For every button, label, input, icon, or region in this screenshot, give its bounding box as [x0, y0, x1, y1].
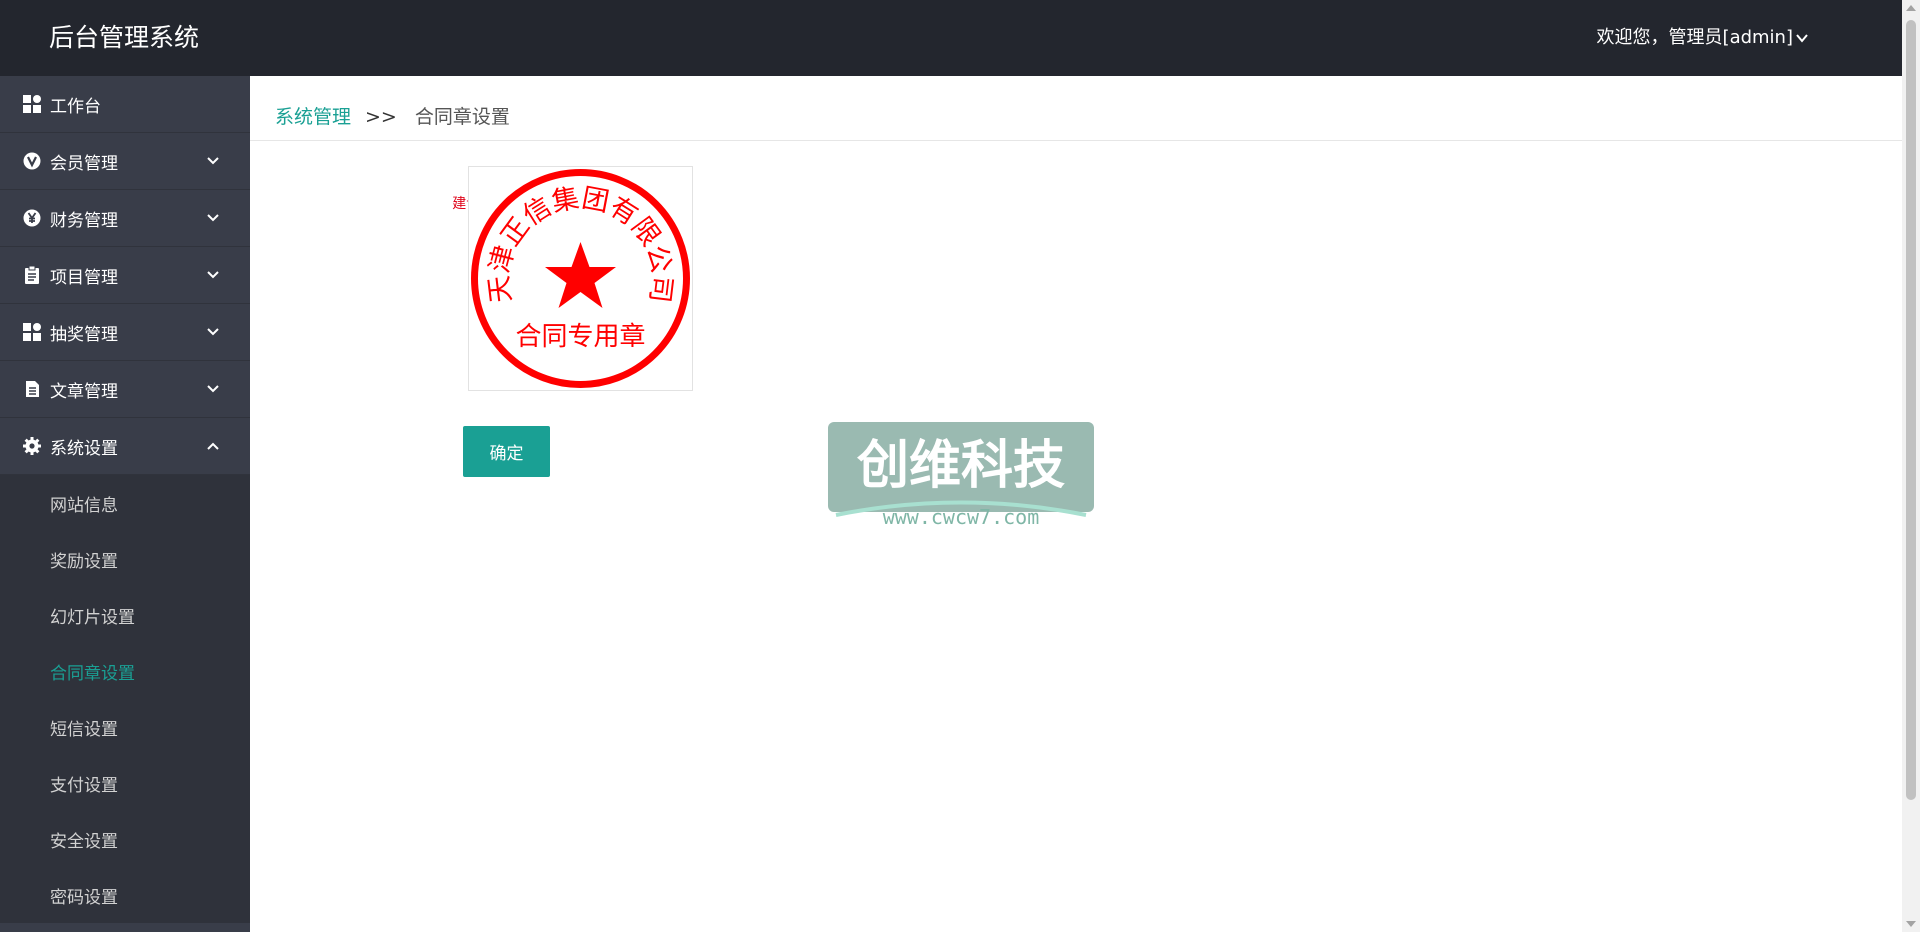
top-header: 后台管理系统 欢迎您，管理员[admin] [0, 0, 1902, 76]
submenu-item-security[interactable]: 安全设置 [0, 811, 250, 867]
sidebar-item-members[interactable]: 会员管理 [0, 133, 250, 190]
sidebar-item-label: 会员管理 [50, 153, 118, 174]
submenu-item-password[interactable]: 密码设置 [0, 867, 250, 923]
submenu-item-site-info[interactable]: 网站信息 [0, 475, 250, 531]
dashboard-icon [22, 322, 42, 342]
sidebar-item-label: 财务管理 [50, 210, 118, 231]
vip-icon [22, 151, 42, 171]
submenu-item-sms[interactable]: 短信设置 [0, 699, 250, 755]
user-greeting: 欢迎您，管理员[admin] [1596, 27, 1793, 48]
header-divider [250, 140, 1902, 141]
submenu-item-slides[interactable]: 幻灯片设置 [0, 587, 250, 643]
breadcrumb: 系统管理 >> 合同章设置 [275, 104, 510, 130]
sidebar-item-finance[interactable]: 财务管理 [0, 190, 250, 247]
breadcrumb-current: 合同章设置 [414, 106, 510, 128]
sidebar-item-label: 工作台 [50, 96, 101, 117]
sidebar-item-system-settings[interactable]: 系统设置 [0, 418, 250, 475]
system-settings-submenu: 网站信息 奖励设置 幻灯片设置 合同章设置 短信设置 支付设置 安全设置 密码设… [0, 475, 250, 923]
dashboard-icon [22, 94, 42, 114]
confirm-button[interactable]: 确定 [463, 426, 550, 477]
chevron-down-icon [207, 271, 219, 279]
watermark-url: www.cwcw7.com [883, 505, 1040, 529]
yen-icon [22, 208, 42, 228]
gear-icon [22, 436, 42, 456]
watermark-logo: 创维科技 www.cwcw7.com [828, 422, 1094, 529]
seal-image-upload[interactable]: 天津正信集团有限公司 合同专用章 [468, 166, 693, 391]
user-menu[interactable]: 欢迎您，管理员[admin] [1597, 25, 1809, 51]
sidebar-item-articles[interactable]: 文章管理 [0, 361, 250, 418]
chevron-down-icon [207, 214, 219, 222]
sidebar-item-label: 系统设置 [50, 438, 118, 459]
chevron-up-icon [207, 442, 219, 450]
chevron-down-icon [207, 385, 219, 393]
document-icon [22, 379, 42, 399]
watermark-title: 创维科技 [856, 436, 1065, 496]
contract-seal-image: 天津正信集团有限公司 合同专用章 [471, 169, 690, 388]
app-title: 后台管理系统 [49, 23, 200, 52]
breadcrumb-parent-link[interactable]: 系统管理 [275, 104, 351, 130]
breadcrumb-separator: >> [365, 106, 397, 128]
scroll-up-arrow-icon[interactable] [1906, 5, 1916, 11]
chevron-down-icon [207, 328, 219, 336]
main-content: 系统管理 >> 合同章设置 图片: 建议尺寸：750x750像素 天津正信集团有… [250, 76, 1902, 932]
sidebar-item-label: 抽奖管理 [50, 324, 118, 345]
scroll-thumb[interactable] [1906, 20, 1916, 800]
star-icon [545, 242, 616, 308]
sidebar-item-lottery[interactable]: 抽奖管理 [0, 304, 250, 361]
submenu-item-payment[interactable]: 支付设置 [0, 755, 250, 811]
seal-subtitle-text: 合同专用章 [515, 322, 645, 352]
clipboard-icon [22, 265, 42, 285]
chevron-down-icon [207, 157, 219, 165]
sidebar-item-projects[interactable]: 项目管理 [0, 247, 250, 304]
submenu-item-contract-seal[interactable]: 合同章设置 [0, 643, 250, 699]
vertical-scrollbar[interactable] [1902, 0, 1920, 932]
sidebar: 工作台 会员管理 财务管理 项目管理 抽奖管理 文章管理 系统设置 网站信息 奖… [0, 76, 250, 932]
scroll-down-arrow-icon[interactable] [1906, 921, 1916, 927]
sidebar-item-dashboard[interactable]: 工作台 [0, 76, 250, 133]
sidebar-item-label: 文章管理 [50, 381, 118, 402]
submenu-item-rewards[interactable]: 奖励设置 [0, 531, 250, 587]
chevron-down-icon [1796, 34, 1808, 43]
sidebar-item-label: 项目管理 [50, 267, 118, 288]
